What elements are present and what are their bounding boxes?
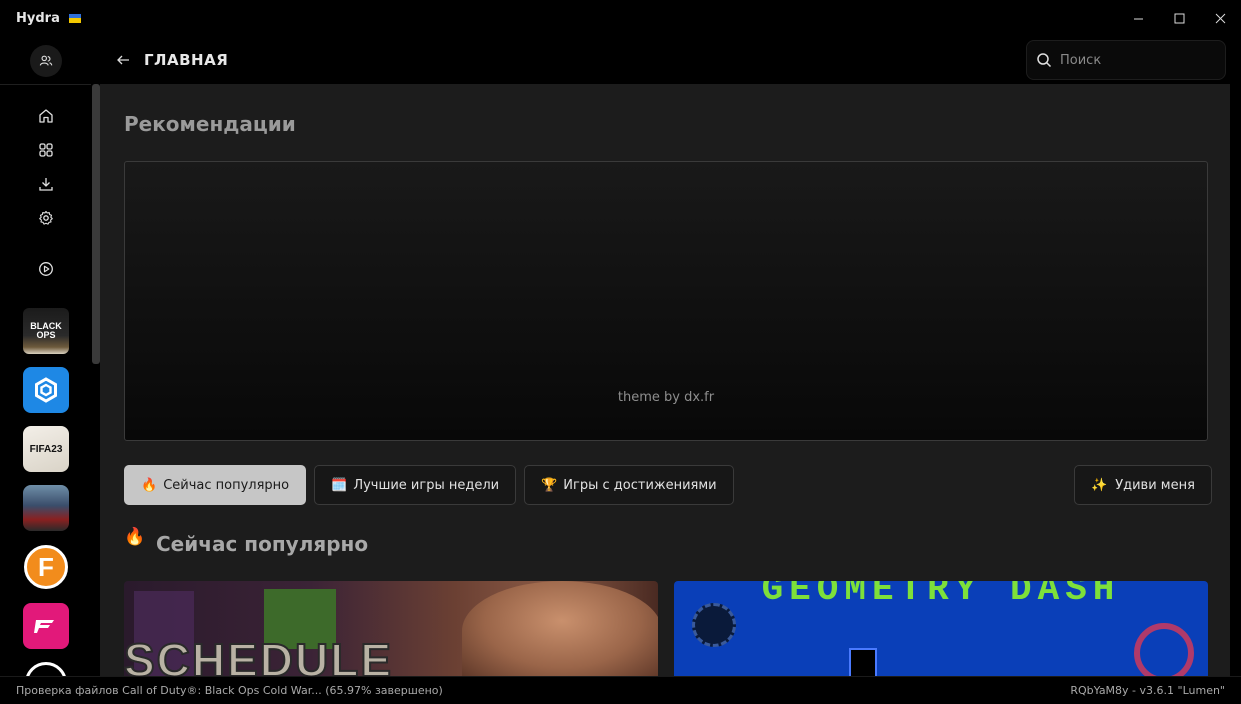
card-title: GEOMETRY DASH: [761, 581, 1121, 610]
game-card-schedule[interactable]: SCHEDULE: [124, 581, 658, 676]
sidebar-scrollbar[interactable]: [92, 84, 100, 364]
download-status[interactable]: Проверка файлов Call of Duty®: Black Ops…: [16, 684, 443, 697]
search-box[interactable]: [1026, 40, 1226, 80]
gear-icon: [39, 210, 53, 225]
recommendations-title: Рекомендации: [124, 112, 296, 136]
game-icon-forza[interactable]: [23, 603, 69, 649]
fire-icon: 🔥: [141, 477, 158, 493]
download-icon: [39, 178, 53, 191]
tab-weekly-best[interactable]: 🗓️ Лучшие игры недели: [314, 465, 517, 505]
ukraine-flag-icon: [68, 13, 81, 23]
tab-label: Сейчас популярно: [163, 477, 290, 493]
calendar-icon: 🗓️: [331, 477, 348, 493]
tab-achievements[interactable]: 🏆 Игры с достижениями: [524, 465, 734, 505]
banner-credit: theme by dx.fr: [617, 390, 715, 405]
fire-icon: 🔥: [124, 527, 146, 547]
tab-trending[interactable]: 🔥 Сейчас популярно: [124, 465, 307, 505]
game-icon-fifa23[interactable]: FIFA23: [23, 426, 69, 472]
close-button[interactable]: [1200, 0, 1241, 36]
game-icon-f-app[interactable]: F: [23, 544, 69, 590]
nav-home[interactable]: [36, 106, 56, 126]
nav-downloads[interactable]: [36, 174, 56, 194]
back-button[interactable]: [113, 50, 133, 70]
status-bar: Проверка файлов Call of Duty®: Black Ops…: [0, 676, 1241, 704]
maximize-icon: [1174, 13, 1185, 23]
page-title: ГЛАВНАЯ: [144, 51, 229, 69]
play-circle-icon: [39, 262, 53, 276]
sparkles-icon: ✨: [1091, 477, 1108, 493]
home-icon: [39, 109, 53, 123]
minimize-button[interactable]: [1118, 0, 1159, 36]
forza-logo-icon: [34, 620, 54, 633]
minimize-icon: [1134, 18, 1143, 19]
users-icon: [39, 55, 53, 66]
recommendation-banner[interactable]: theme by dx.fr: [124, 161, 1208, 441]
tab-label: Лучшие игры недели: [353, 477, 500, 493]
grid-icon: [39, 143, 53, 157]
app-title: Hydra: [16, 10, 60, 26]
game-icon-launcher[interactable]: [23, 367, 69, 413]
game-name: FIFA23: [29, 443, 63, 455]
nav-settings[interactable]: [36, 208, 56, 228]
surprise-me-button[interactable]: ✨ Удиви меня: [1074, 465, 1212, 505]
game-icon-black-ops[interactable]: BLACK OPS: [23, 308, 69, 354]
surprise-label: Удиви меня: [1115, 477, 1195, 493]
main-scrollbar[interactable]: [1230, 84, 1241, 676]
card-title: SCHEDULE: [124, 633, 394, 676]
main-content: Рекомендации theme by dx.fr 🔥 Сейчас поп…: [100, 84, 1230, 676]
tab-label: Игры с достижениями: [563, 477, 717, 493]
game-icon-f1[interactable]: [23, 485, 69, 531]
nav-play[interactable]: [36, 259, 56, 279]
f-logo-icon: F: [24, 545, 68, 589]
close-icon: [1215, 13, 1226, 23]
sidebar: BLACK OPS FIFA23 F: [0, 36, 91, 676]
portal-icon: [1134, 623, 1194, 676]
title-bar: Hydra: [0, 0, 1241, 36]
popular-section-title: Сейчас популярно: [156, 532, 369, 556]
search-icon: [1037, 53, 1052, 68]
hexagon-logo-icon: [35, 377, 57, 403]
sidebar-divider: [0, 84, 91, 85]
version-info: RQbYaM8y - v3.6.1 "Lumen": [1070, 684, 1225, 697]
category-tabs: 🔥 Сейчас популярно 🗓️ Лучшие игры недели…: [124, 465, 734, 505]
arrow-left-icon: [117, 55, 129, 65]
maximize-button[interactable]: [1159, 0, 1200, 36]
profile-button[interactable]: [30, 45, 62, 77]
character-face: [462, 581, 658, 676]
search-input[interactable]: [1060, 52, 1210, 68]
saw-icon: [692, 603, 736, 647]
nav-catalogue[interactable]: [36, 140, 56, 160]
header: ГЛАВНАЯ: [91, 36, 1241, 84]
game-name: F: [38, 551, 54, 582]
game-icon-partial[interactable]: [25, 662, 67, 676]
block-icon: [849, 648, 877, 676]
game-card-geometry-dash[interactable]: GEOMETRY DASH: [674, 581, 1208, 676]
trophy-icon: 🏆: [541, 477, 558, 493]
game-name: BLACK OPS: [30, 321, 62, 340]
